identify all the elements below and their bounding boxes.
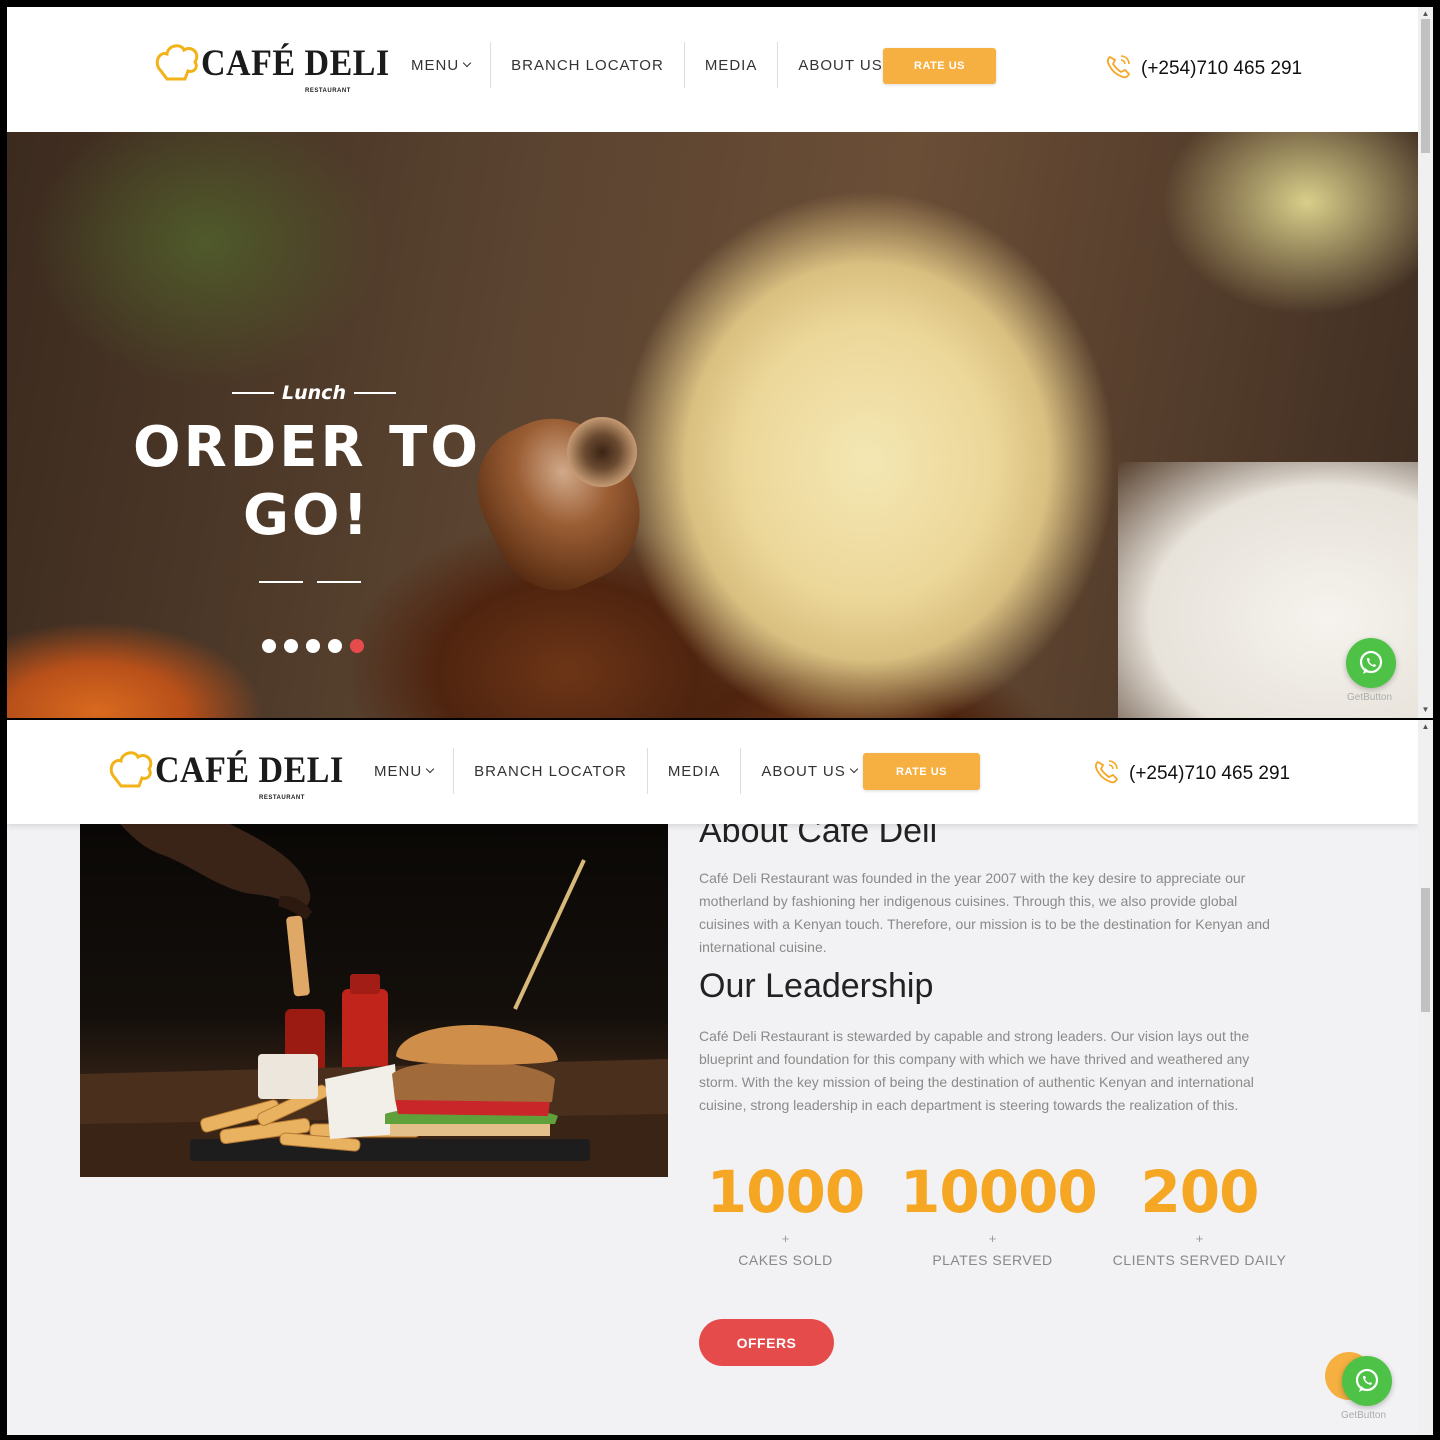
about-text: Café Deli Restaurant was founded in the … (699, 870, 1270, 955)
chef-hat-icon (155, 41, 201, 81)
nav-about-us-label: ABOUT US (798, 56, 883, 74)
scrollbar-top[interactable]: ▲ ▼ (1418, 7, 1433, 718)
logo-subtext: RESTAURANT (259, 795, 305, 801)
nav-menu[interactable]: MENU (354, 748, 455, 794)
stat-plates-value: 10000 (900, 1158, 1098, 1226)
nav-media-label: MEDIA (704, 56, 758, 74)
slider-dot-4[interactable] (328, 639, 342, 653)
phone-icon (1105, 53, 1133, 85)
chevron-down-icon (462, 58, 472, 68)
logo-text: CAFÉ DELI (201, 43, 390, 84)
stat-cakes-value: 1000 (706, 1158, 865, 1226)
hero-kicker: Lunch (229, 382, 399, 404)
stat-plates-plus: + (988, 1231, 997, 1246)
chevron-down-icon (425, 764, 435, 774)
slider-dot-3[interactable] (306, 639, 320, 653)
hero-meat-shape (456, 393, 664, 611)
logo-text: CAFÉ DELI (155, 750, 344, 791)
rate-us-button[interactable]: RATE US (863, 753, 980, 790)
stat-cakes-plus: + (781, 1231, 790, 1246)
nav-branch-locator[interactable]: BRANCH LOCATOR (491, 42, 685, 88)
kicker-line-left (232, 392, 275, 394)
phone-contact[interactable]: (+254)710 465 291 (1105, 53, 1302, 85)
chef-hat-icon (109, 748, 155, 788)
leadership-title: Our Leadership (699, 967, 934, 1005)
nav-branch-locator[interactable]: BRANCH LOCATOR (454, 748, 648, 794)
viewport-bottom: CAFÉ DELI RESTAURANT MENU BRANCH LOCATOR… (7, 720, 1418, 1435)
nav-about-us-label: ABOUT US (761, 762, 846, 780)
hero-bone-shape (567, 417, 637, 487)
kicker-line-right (353, 392, 396, 394)
slider-dot-1[interactable] (262, 639, 276, 653)
phone-contact[interactable]: (+254)710 465 291 (1093, 758, 1290, 790)
slider-dots (262, 639, 364, 653)
logo[interactable]: CAFÉ DELI RESTAURANT (109, 748, 344, 801)
logo[interactable]: CAFÉ DELI RESTAURANT (155, 41, 390, 94)
leadership-text: Café Deli Restaurant is stewarded by cap… (699, 1028, 1254, 1113)
nav-branch-locator-label: BRANCH LOCATOR (474, 762, 627, 780)
nav-menu-label: MENU (374, 762, 423, 780)
hero-kicker-text: Lunch (282, 382, 346, 404)
whatsapp-icon (1359, 650, 1383, 674)
stat-clients-label: CLIENTS SERVED DAILY (1112, 1252, 1287, 1268)
offers-button[interactable]: OFFERS (699, 1319, 834, 1366)
slider-dot-5[interactable] (350, 639, 364, 653)
phone-number: (+254)710 465 291 (1141, 58, 1303, 79)
hero-divider-right (317, 581, 361, 583)
main-nav: MENU BRANCH LOCATOR MEDIA ABOUT US (354, 748, 877, 794)
scroll-down-arrow[interactable]: ▼ (1421, 705, 1430, 715)
stat-plates: 10000 + PLATES SERVED (900, 1158, 1098, 1268)
slider-dot-2[interactable] (284, 639, 298, 653)
stat-plates-label: PLATES SERVED (932, 1252, 1053, 1268)
nav-menu-label: MENU (411, 56, 460, 74)
nav-media-label: MEDIA (667, 762, 721, 780)
about-image (80, 824, 668, 1177)
stat-clients: 200 + CLIENTS SERVED DAILY (1107, 1163, 1292, 1268)
nav-about-us[interactable]: ABOUT US (741, 748, 876, 794)
hero-title-line2: GO! (242, 483, 372, 548)
whatsapp-icon (1355, 1368, 1379, 1392)
whatsapp-button[interactable] (1346, 638, 1396, 688)
nav-media[interactable]: MEDIA (685, 42, 779, 88)
phone-number: (+254)710 465 291 (1129, 763, 1291, 784)
chevron-down-icon (849, 764, 858, 774)
scrollbar-bottom[interactable]: ▲ (1418, 720, 1433, 1435)
burger-illustration (80, 824, 668, 1177)
nav-media[interactable]: MEDIA (648, 748, 742, 794)
nav-branch-locator-label: BRANCH LOCATOR (511, 56, 664, 74)
phone-icon (1093, 758, 1121, 790)
nav-menu[interactable]: MENU (391, 42, 492, 88)
rate-us-button[interactable]: RATE US (883, 48, 996, 84)
scroll-up-arrow[interactable]: ▲ (1421, 722, 1430, 732)
stat-cakes-label: CAKES SOLD (738, 1252, 833, 1268)
sticky-header: CAFÉ DELI RESTAURANT MENU BRANCH LOCATOR… (7, 720, 1418, 824)
hero-slider: Lunch ORDER TO GO! GetButton (7, 132, 1418, 718)
main-nav: MENU BRANCH LOCATOR MEDIA ABOUT US (391, 42, 914, 88)
stat-cakes: 1000 + CAKES SOLD (699, 1163, 872, 1268)
hero-divider-left (259, 581, 303, 583)
scroll-up-arrow[interactable]: ▲ (1421, 9, 1430, 19)
scrollbar-thumb[interactable] (1421, 888, 1430, 1012)
stat-clients-value: 200 (1140, 1158, 1259, 1226)
whatsapp-button[interactable] (1342, 1356, 1392, 1406)
site-header: CAFÉ DELI RESTAURANT MENU BRANCH LOCATOR… (7, 7, 1418, 132)
logo-subtext: RESTAURANT (305, 88, 351, 94)
stat-clients-plus: + (1195, 1231, 1204, 1246)
viewport-top: CAFÉ DELI RESTAURANT MENU BRANCH LOCATOR… (7, 7, 1418, 718)
scrollbar-thumb[interactable] (1421, 19, 1430, 153)
hero-title: ORDER TO GO! (127, 414, 487, 550)
hero-title-line1: ORDER TO (133, 415, 481, 480)
getbutton-label[interactable]: GetButton (1341, 1410, 1386, 1421)
getbutton-label[interactable]: GetButton (1347, 692, 1392, 703)
